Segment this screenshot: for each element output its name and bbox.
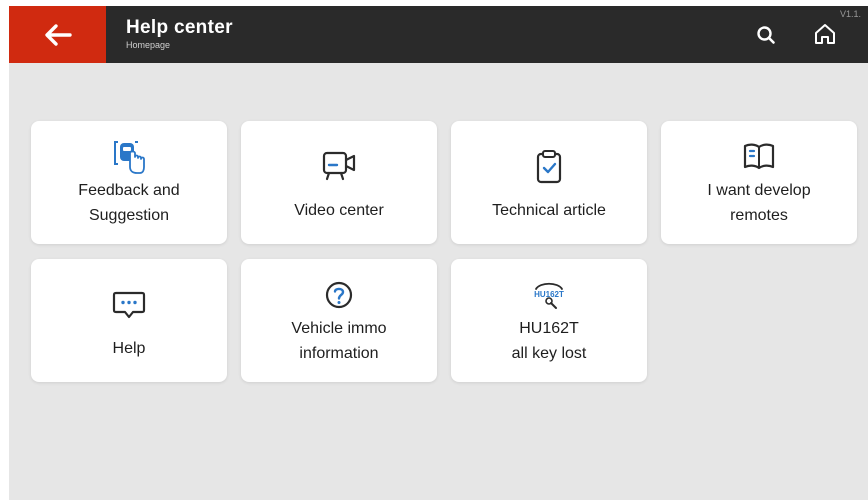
tile-develop-remotes[interactable]: I want develop remotes xyxy=(661,121,857,244)
back-arrow-icon xyxy=(44,23,72,46)
tile-label: I want develop remotes xyxy=(707,182,811,224)
tile-label: Vehicle immo information xyxy=(291,320,387,362)
search-button[interactable] xyxy=(755,24,777,46)
home-button[interactable] xyxy=(813,22,837,46)
tile-feedback-and-suggestion[interactable]: Feedback and Suggestion xyxy=(31,121,227,244)
tile-help[interactable]: Help xyxy=(31,259,227,382)
tile-label: Video center xyxy=(294,202,384,219)
feedback-touch-icon xyxy=(114,141,145,174)
app-screen: Help center Homepage V1.1. Feedback and … xyxy=(9,6,868,500)
tile-label: Help xyxy=(112,340,146,357)
search-icon xyxy=(757,26,775,44)
tile-technical-article[interactable]: Technical article xyxy=(451,121,647,244)
tile-label: HU162T all key lost xyxy=(511,320,587,362)
question-circle-icon xyxy=(325,281,353,309)
tile-vehicle-immo-information[interactable]: Vehicle immo information xyxy=(241,259,437,382)
top-bar: Help center Homepage V1.1. xyxy=(9,6,868,63)
title-block: Help center Homepage xyxy=(126,17,233,51)
chat-bubble-icon xyxy=(112,291,146,319)
tile-label: Feedback and Suggestion xyxy=(78,182,180,224)
tile-hu162t-all-key-lost[interactable]: HU162T HU162T all key lost xyxy=(451,259,647,382)
video-camera-icon xyxy=(322,151,356,181)
breadcrumb: Homepage xyxy=(126,40,171,50)
home-icon xyxy=(815,24,835,44)
tile-label: Technical article xyxy=(492,202,606,219)
page-title: Help center xyxy=(126,17,233,38)
tile-video-center[interactable]: Video center xyxy=(241,121,437,244)
open-book-icon xyxy=(743,143,775,170)
hu162t-key-icon: HU162T xyxy=(534,282,564,309)
clipboard-check-icon xyxy=(536,150,562,184)
back-button[interactable] xyxy=(9,6,106,63)
version-label: V1.1. xyxy=(840,9,862,19)
